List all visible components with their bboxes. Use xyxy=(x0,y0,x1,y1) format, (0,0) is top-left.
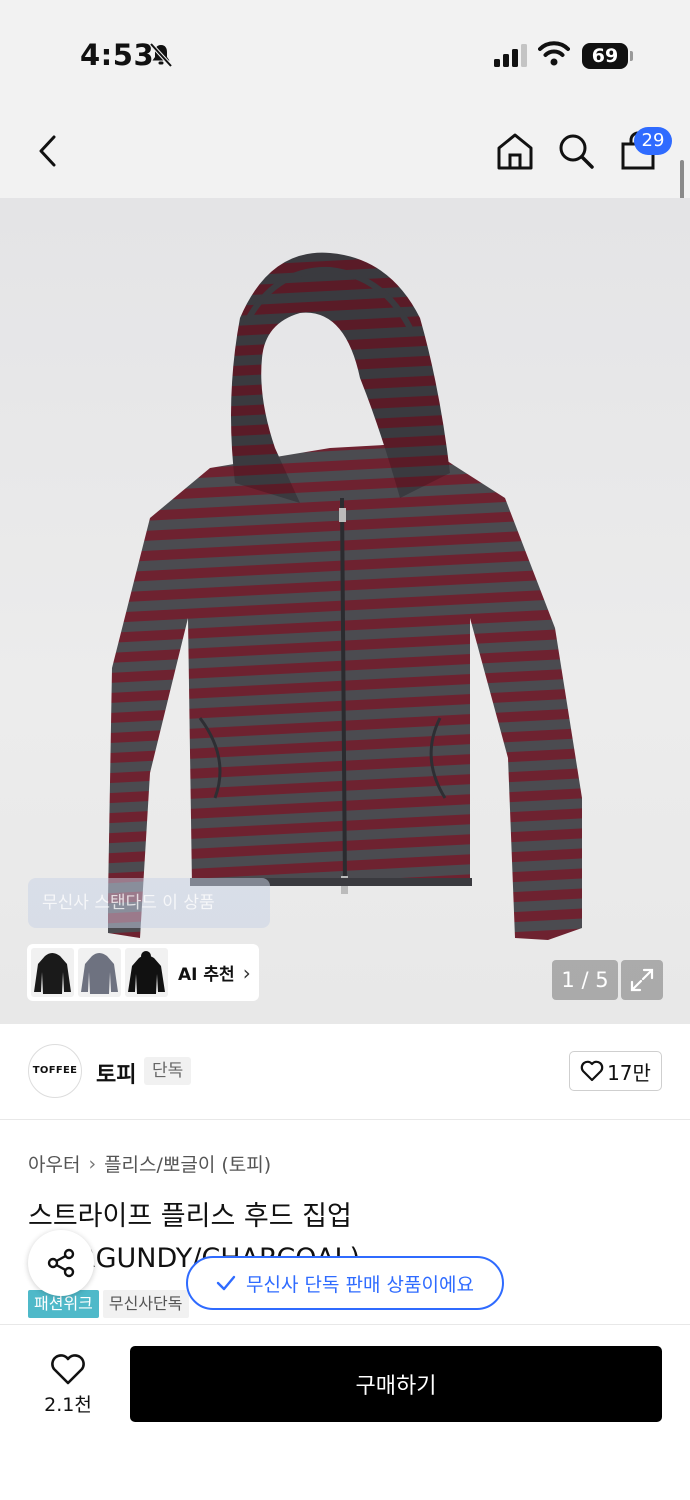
heart-icon xyxy=(51,1353,85,1384)
hoodie-thumbnail-icon xyxy=(81,953,118,994)
ai-recommend-card[interactable]: AI 추천 › xyxy=(27,944,259,1001)
expand-icon xyxy=(630,968,654,992)
status-bar: 4:53 69 xyxy=(0,0,690,110)
status-time: 4:53 xyxy=(80,38,155,72)
ai-thumbnail-1[interactable] xyxy=(31,948,74,997)
ai-thumbnail-3[interactable] xyxy=(125,948,168,997)
exclusive-badge: 단독 xyxy=(144,1057,192,1085)
image-page-counter: 1 / 5 xyxy=(552,960,618,1000)
battery-indicator: 69 xyxy=(582,43,628,69)
ai-recommend-label: AI 추천 xyxy=(178,965,235,985)
share-button[interactable] xyxy=(28,1230,94,1296)
wishlist-button[interactable]: 2.1천 xyxy=(30,1347,106,1423)
wishlist-count: 2.1천 xyxy=(44,1393,92,1416)
hoodie-thumbnail-icon xyxy=(34,953,71,994)
search-icon xyxy=(559,134,594,169)
share-icon xyxy=(47,1248,75,1278)
breadcrumb-item[interactable]: 아우터 xyxy=(28,1150,80,1177)
battery-tip xyxy=(630,51,633,61)
exclusive-toast: 무신사 단독 판매 상품이에요 xyxy=(186,1256,504,1310)
cart-count-badge: 29 xyxy=(634,127,672,155)
home-icon xyxy=(497,133,533,170)
buy-button[interactable]: 구매하기 xyxy=(130,1346,662,1422)
check-icon xyxy=(216,1275,236,1291)
expand-image-button[interactable] xyxy=(621,960,663,1000)
toast-text: 무신사 단독 판매 상품이에요 xyxy=(246,1273,474,1296)
heart-icon xyxy=(580,1060,604,1082)
wifi-icon xyxy=(538,41,570,66)
product-image-gallery[interactable]: 무신사 스탠다드 이 상품 AI 추천 › 1 / 5 xyxy=(0,198,690,1024)
chevron-right-icon: › xyxy=(88,1152,97,1175)
chevron-right-icon: › xyxy=(242,960,251,985)
bottom-action-bar: 2.1천 구매하기 xyxy=(0,1324,690,1500)
tag-exclusive: 무신사단독 xyxy=(102,1290,189,1318)
home-button[interactable] xyxy=(491,127,539,175)
breadcrumb: 아우터 › 플리스/뽀글이 (토피) xyxy=(28,1150,271,1177)
breadcrumb-item[interactable]: 플리스/뽀글이 (토피) xyxy=(104,1150,271,1177)
brand-like-button[interactable]: 17만 xyxy=(569,1051,662,1091)
brand-like-count: 17만 xyxy=(607,1060,651,1085)
back-button[interactable] xyxy=(24,127,72,175)
ai-thumbnail-2[interactable] xyxy=(78,948,121,997)
chevron-left-icon xyxy=(39,135,56,167)
hoodie-thumbnail-icon xyxy=(128,951,165,994)
brand-logo[interactable]: TOFFEE xyxy=(28,1044,82,1098)
bell-slash-icon xyxy=(149,42,173,68)
brand-name[interactable]: 토피 xyxy=(96,1057,136,1089)
cellular-signal-icon xyxy=(494,44,527,67)
search-button[interactable] xyxy=(552,127,600,175)
top-nav-bar xyxy=(0,110,690,198)
brand-row: TOFFEE 토피 단독 17만 xyxy=(0,1024,690,1120)
faded-recommend-tag: 무신사 스탠다드 이 상품 xyxy=(28,878,270,928)
